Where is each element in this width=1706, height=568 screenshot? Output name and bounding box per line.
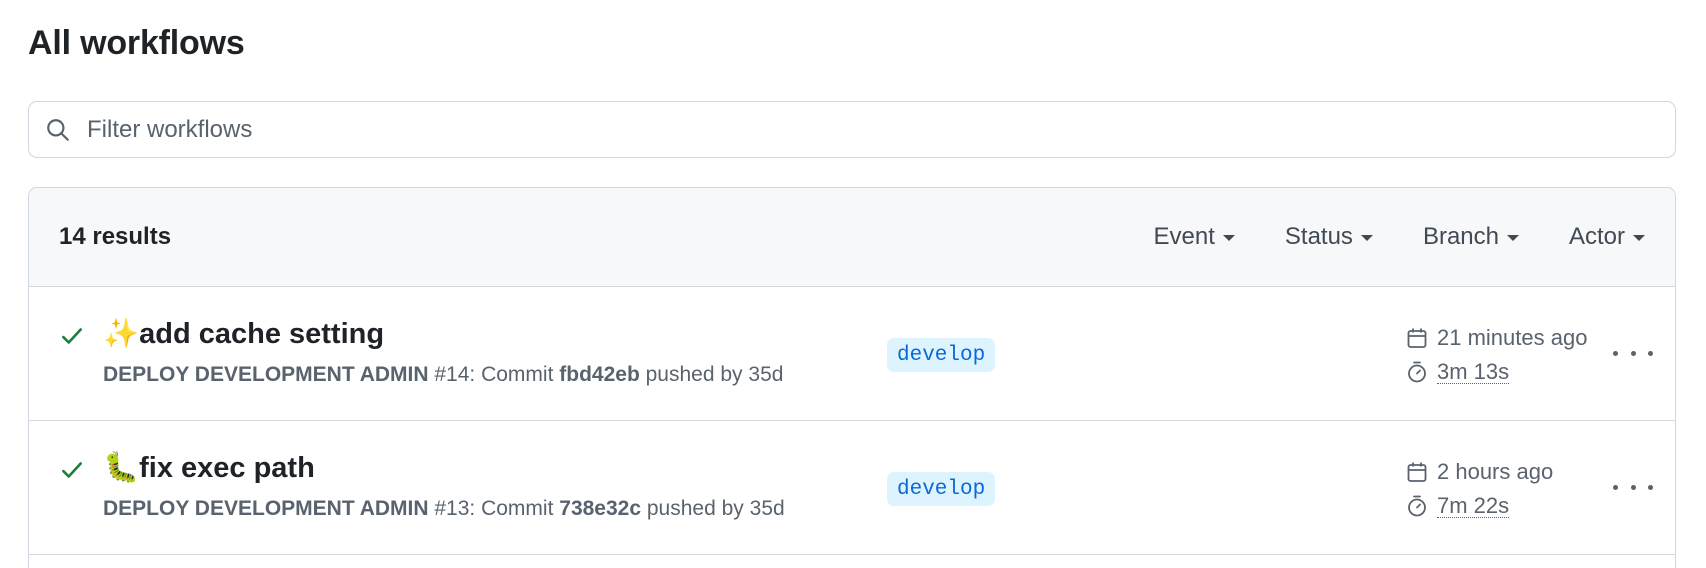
check-icon [59, 323, 85, 349]
run-title-link[interactable]: 🐛fix exec path [103, 451, 315, 485]
caret-down-icon [1633, 235, 1645, 241]
run-time-ago: 21 minutes ago [1405, 321, 1587, 355]
event-filter-menu[interactable]: Event [1154, 223, 1235, 251]
branch-filter-label: Branch [1422, 223, 1499, 250]
pushed-by-label: pushed by [646, 497, 744, 520]
workflow-run-row[interactable]: 🐛fix exec path DEPLOY DEVELOPMENT ADMIN … [29, 421, 1675, 555]
actor-link[interactable]: 35d [748, 363, 783, 386]
calendar-icon [1407, 462, 1427, 482]
commit-prefix: : Commit [469, 363, 554, 386]
run-timing: 21 minutes ago 3m 13s [1405, 321, 1587, 389]
more-options-button[interactable] [1613, 475, 1653, 499]
filter-workflows-box[interactable] [28, 101, 1676, 158]
workflows-page: All workflows 14 results Event Status [0, 0, 1706, 568]
actor-filter-menu[interactable]: Actor [1569, 223, 1645, 251]
commit-sha-link[interactable]: 738e32c [559, 497, 641, 520]
event-filter-label: Event [1153, 223, 1215, 250]
run-title-link[interactable]: ✨add cache setting [103, 317, 384, 351]
branch-label[interactable]: develop [887, 338, 996, 372]
workflow-runs-list: 14 results Event Status Branch Actor ✨ad… [28, 187, 1676, 568]
run-meta: DEPLOY DEVELOPMENT ADMIN #14: Commit fbd… [103, 363, 783, 387]
results-count: 14 results [59, 223, 172, 250]
kebab-dot [1613, 350, 1618, 356]
kebab-dot [1613, 484, 1618, 490]
caret-down-icon [1222, 235, 1235, 241]
run-duration: 3m 13s [1405, 355, 1587, 389]
caret-down-icon [1506, 235, 1519, 241]
run-number: #13 [434, 497, 470, 520]
branch-label[interactable]: develop [887, 472, 996, 506]
time-ago-text: 21 minutes ago [1437, 325, 1588, 350]
actor-filter-label: Actor [1568, 223, 1625, 250]
check-icon [59, 457, 85, 483]
duration-text: 7m 22s [1437, 492, 1510, 518]
kebab-dot [1630, 484, 1636, 490]
run-duration: 7m 22s [1405, 489, 1553, 523]
workflow-name: DEPLOY DEVELOPMENT ADMIN [103, 363, 429, 386]
more-options-button[interactable] [1613, 341, 1653, 365]
stopwatch-icon [1408, 495, 1426, 517]
branch-filter-menu[interactable]: Branch [1423, 223, 1519, 251]
caret-down-icon [1360, 235, 1373, 241]
page-title: All workflows [28, 24, 245, 62]
commit-sha-link[interactable]: fbd42eb [559, 363, 640, 386]
filter-workflows-input[interactable] [87, 115, 1587, 144]
calendar-icon [1407, 328, 1427, 348]
duration-text: 3m 13s [1437, 358, 1510, 384]
workflow-name: DEPLOY DEVELOPMENT ADMIN [103, 497, 429, 520]
stopwatch-icon [1408, 361, 1426, 383]
filter-menus: Event Status Branch Actor [1104, 223, 1645, 251]
commit-prefix: : Commit [469, 497, 554, 520]
actor-link[interactable]: 35d [750, 497, 785, 520]
workflow-run-row[interactable]: ✨add cache setting DEPLOY DEVELOPMENT AD… [29, 287, 1675, 421]
run-timing: 2 hours ago 7m 22s [1405, 455, 1553, 523]
kebab-dot [1630, 350, 1636, 356]
run-number: #14 [434, 363, 470, 386]
results-header: 14 results Event Status Branch Actor [29, 188, 1675, 287]
kebab-dot [1648, 484, 1653, 490]
run-meta: DEPLOY DEVELOPMENT ADMIN #13: Commit 738… [103, 497, 785, 521]
pushed-by-label: pushed by [645, 363, 743, 386]
kebab-dot [1648, 350, 1653, 356]
time-ago-text: 2 hours ago [1437, 459, 1554, 484]
status-filter-label: Status [1284, 223, 1353, 250]
search-icon [45, 116, 73, 144]
run-time-ago: 2 hours ago [1405, 455, 1553, 489]
status-filter-menu[interactable]: Status [1285, 223, 1373, 251]
